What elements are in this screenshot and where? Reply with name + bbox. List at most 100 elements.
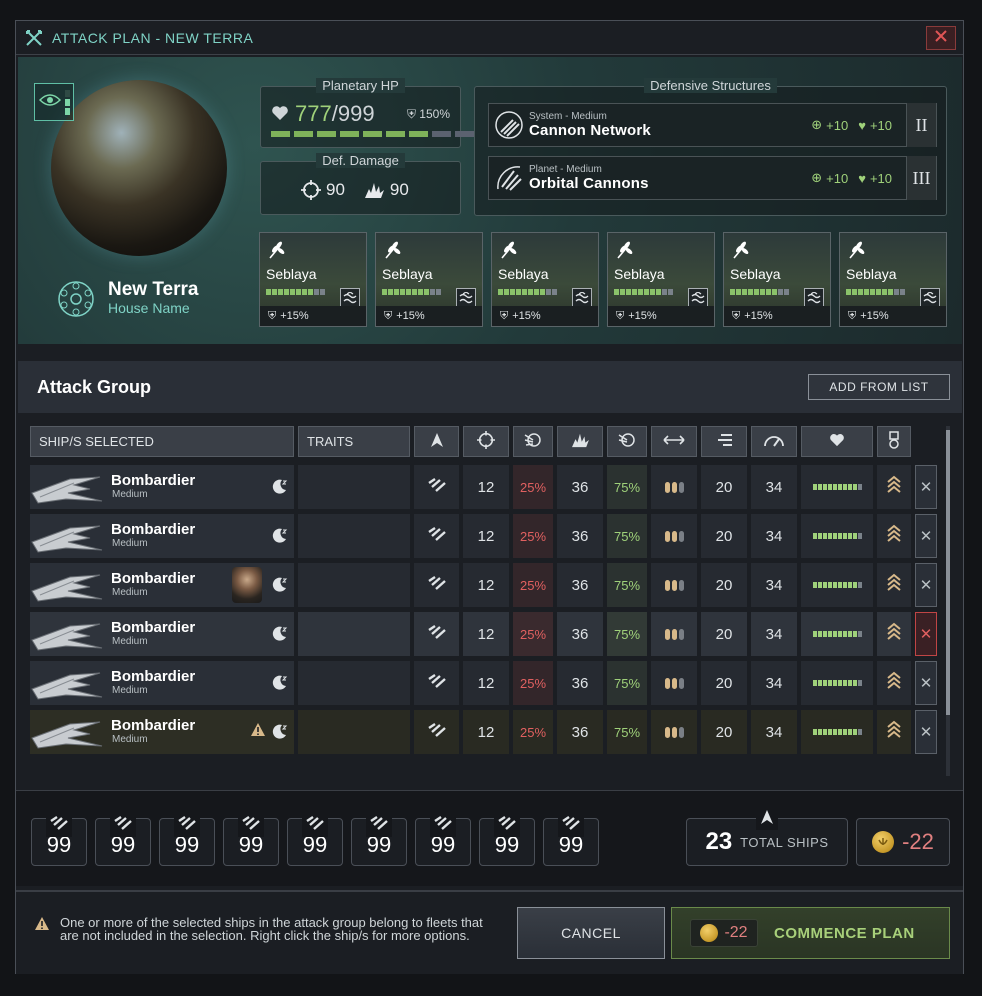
defense-structure-row[interactable]: System - Medium Cannon Network ⊕ +10 ♥ +10 I… [488,103,937,147]
bomber-icon [427,477,447,497]
remove-ship-button[interactable]: ✕ [915,612,937,656]
close-icon: ✕ [919,724,933,741]
column-explosive[interactable] [557,426,603,457]
district-name: Seblaya [498,266,549,282]
hp-bar-segment [317,131,336,137]
traits-cell[interactable] [298,661,410,705]
traits-cell[interactable] [298,514,410,558]
column-speed-lines[interactable] [701,426,747,457]
scrollbar-thumb[interactable] [946,430,950,715]
ship-type-count: 99 [95,811,151,866]
district-modifier: +15% [860,310,889,322]
table-row[interactable]: Bombardier Medium 12 25% 36 75% 20 34 ✕ [30,465,937,509]
water-waves-icon[interactable] [920,288,940,308]
bomber-icon [174,811,200,837]
range-pips [664,726,684,738]
warning-icon[interactable] [250,722,266,741]
ship-cell[interactable]: Bombardier Medium [30,514,294,558]
traits-cell[interactable] [298,563,410,607]
traits-cell[interactable] [298,612,410,656]
sleep-moon-icon[interactable] [272,723,288,743]
district-tile[interactable]: Seblaya ⛨ +15% [259,232,367,327]
ship-cell[interactable]: Bombardier Medium [30,710,294,754]
ship-type-count: 99 [287,811,343,866]
sleep-moon-icon[interactable] [272,625,288,645]
explosive-cell: 36 [557,710,603,754]
structure-name: Orbital Cannons [529,175,649,192]
remove-ship-button[interactable]: ✕ [915,465,937,509]
def-damage-explosive: 90 [389,180,409,199]
rank-cell [877,465,911,509]
column-range[interactable] [651,426,697,457]
ship-cell[interactable]: Bombardier Medium [30,563,294,607]
sleep-moon-icon[interactable] [272,674,288,694]
remove-ship-button[interactable]: ✕ [915,514,937,558]
add-from-list-button[interactable]: ADD FROM LIST [808,374,950,400]
wheat-icon [730,240,750,265]
district-tile[interactable]: Seblaya ⛨ +15% [491,232,599,327]
hp-bar [271,131,474,137]
sleep-moon-icon[interactable] [272,576,288,596]
planet-image [51,80,227,256]
resistance-cell: 75% [607,465,647,509]
remove-ship-button[interactable]: ✕ [915,563,937,607]
speed-lines-cell: 20 [701,465,747,509]
ship-class: Medium [112,587,148,598]
table-row[interactable]: Bombardier Medium 12 25% 36 75% 20 34 ✕ [30,661,937,705]
water-waves-icon[interactable] [804,288,824,308]
hp-modifier: 150% [419,107,450,121]
range-pips [664,677,684,689]
table-row[interactable]: Bombardier Medium 12 25% 36 75% 20 34 ✕ [30,710,937,754]
house-emblem-icon [56,279,96,319]
close-button[interactable] [926,26,956,50]
water-waves-icon[interactable] [688,288,708,308]
total-ships-count: 23 [705,828,733,855]
water-waves-icon[interactable] [572,288,592,308]
window-title: ATTACK PLAN - NEW TERRA [52,29,254,46]
column-evasion[interactable] [513,426,553,457]
district-tile[interactable]: Seblaya ⛨ +15% [839,232,947,327]
district-tile[interactable]: Seblaya ⛨ +15% [375,232,483,327]
column-speed[interactable] [751,426,797,457]
column-traits[interactable]: TRAITS [298,426,410,457]
cancel-button[interactable]: CANCEL [517,907,665,959]
defense-structure-row[interactable]: Planet - Medium Orbital Cannons ⊕ +10 ♥ +10 … [488,156,937,200]
column-rank[interactable] [877,426,911,457]
district-tile[interactable]: Seblaya ⛨ +15% [607,232,715,327]
eye-icon [38,92,62,113]
ship-cell[interactable]: Bombardier Medium [30,465,294,509]
table-row[interactable]: Bombardier Medium 12 25% 36 75% 20 34 ✕ [30,563,937,607]
column-ship-type[interactable] [414,426,459,457]
ship-type-cell [414,661,459,705]
speed-lines-cell: 20 [701,710,747,754]
water-waves-icon[interactable] [456,288,476,308]
rank-chevron-icon [886,572,902,598]
sleep-moon-icon[interactable] [272,478,288,498]
sleep-moon-icon[interactable] [272,527,288,547]
speedometer-icon [763,433,785,450]
column-resistance[interactable] [607,426,647,457]
column-ship[interactable]: SHIP/S SELECTED [30,426,294,457]
traits-cell[interactable] [298,710,410,754]
resistance-cell: 75% [607,514,647,558]
district-tile[interactable]: Seblaya ⛨ +15% [723,232,831,327]
table-row[interactable]: Bombardier Medium 12 25% 36 75% 20 34 ✕ [30,514,937,558]
column-targeting[interactable] [463,426,509,457]
table-row[interactable]: Bombardier Medium 12 25% 36 75% 20 34 ✕ [30,612,937,656]
close-icon: ✕ [919,626,933,643]
traits-cell[interactable] [298,465,410,509]
visibility-toggle[interactable] [34,83,74,121]
remove-ship-button[interactable]: ✕ [915,710,937,754]
defensive-structures-label: Defensive Structures [644,78,777,93]
structure-category: Planet - Medium [529,164,602,175]
commander-avatar[interactable] [232,567,262,603]
ship-cell[interactable]: Bombardier Medium [30,661,294,705]
ship-cell[interactable]: Bombardier Medium [30,612,294,656]
remove-ship-button[interactable]: ✕ [915,661,937,705]
commence-plan-button[interactable]: -22 COMMENCE PLAN [671,907,950,959]
water-waves-icon[interactable] [340,288,360,308]
column-health[interactable] [801,426,873,457]
district-bar [266,289,325,295]
district-bar [382,289,441,295]
ship-list-scrollbar[interactable] [946,426,950,776]
